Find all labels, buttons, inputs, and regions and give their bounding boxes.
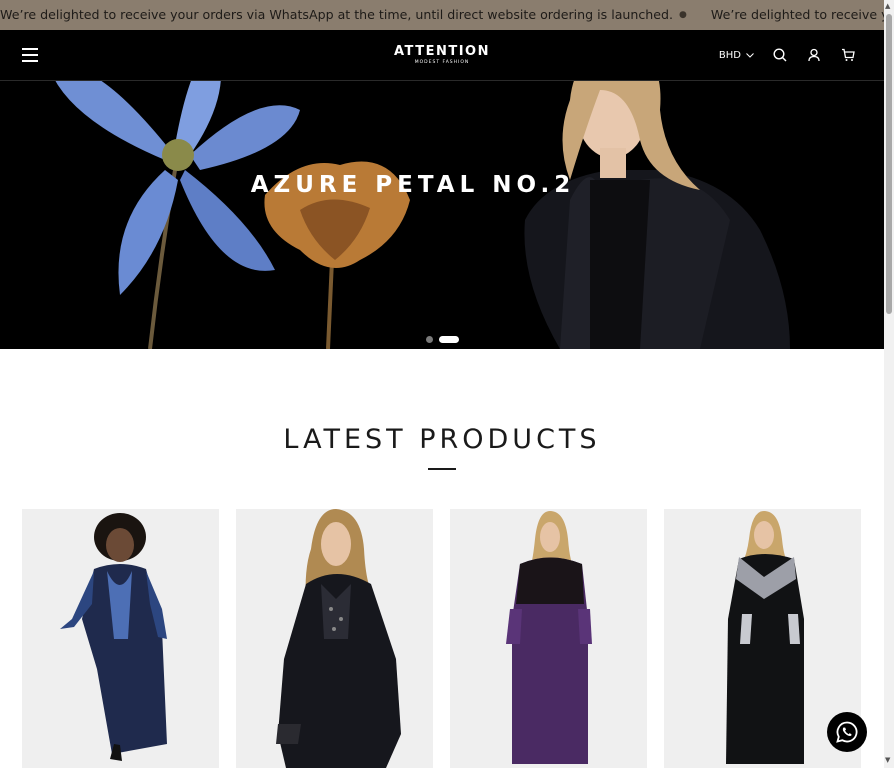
whatsapp-icon	[836, 721, 858, 743]
product-card[interactable]	[450, 509, 647, 768]
hero-title: AZURE PETAL NO.2	[250, 172, 576, 198]
announcement-message: We’re delighted to receive your orders v…	[0, 7, 687, 22]
product-card[interactable]	[22, 509, 219, 768]
product-image	[236, 509, 433, 768]
slide-dot-2-active[interactable]	[439, 336, 459, 343]
scrollbar-thumb[interactable]	[886, 14, 892, 314]
slide-dots	[426, 336, 459, 343]
section-title: LATEST PRODUCTS	[283, 424, 601, 455]
title-divider	[428, 468, 456, 470]
product-image	[450, 509, 647, 768]
chevron-down-icon	[746, 52, 754, 58]
announcement-text: We’re delighted to receive your orders v…	[710, 7, 884, 22]
product-image	[22, 509, 219, 768]
header-actions: BHD	[719, 47, 856, 63]
page-scrollbar[interactable]: ▲ ▼	[884, 0, 894, 768]
currency-label: BHD	[718, 49, 741, 61]
slide-dot-1[interactable]	[426, 336, 433, 343]
site-header: ATTENTION MODEST FASHION BHD	[0, 30, 884, 81]
cart-icon[interactable]	[840, 47, 856, 63]
separator-dot: ●	[679, 9, 687, 20]
scroll-down-icon[interactable]: ▼	[885, 756, 890, 764]
product-card[interactable]	[236, 509, 433, 768]
currency-selector[interactable]: BHD	[719, 50, 754, 61]
scroll-up-icon[interactable]: ▲	[885, 2, 890, 10]
search-icon[interactable]	[772, 47, 788, 63]
announcement-bar: We’re delighted to receive your orders v…	[0, 0, 884, 30]
account-icon[interactable]	[806, 47, 822, 63]
announcement-message: We’re delighted to receive your orders v…	[711, 7, 884, 22]
announcement-text: We’re delighted to receive your orders v…	[0, 7, 674, 22]
whatsapp-button[interactable]	[827, 712, 867, 752]
announcement-track: We’re delighted to receive your orders v…	[0, 7, 884, 22]
